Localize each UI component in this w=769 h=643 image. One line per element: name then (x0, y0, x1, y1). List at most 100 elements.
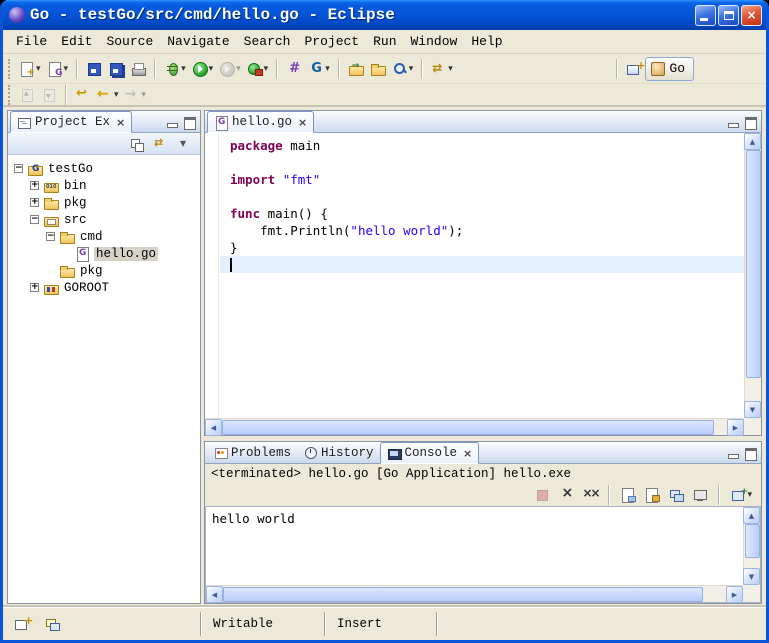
scrollbar-thumb[interactable] (745, 524, 760, 558)
tree-item-testgo[interactable]: −testGo (8, 160, 200, 177)
code-line[interactable] (230, 154, 744, 171)
maximize-view-icon[interactable] (742, 445, 758, 461)
console-horizontal-scrollbar[interactable]: ◀ ▶ (206, 585, 743, 602)
menu-search[interactable]: Search (237, 32, 298, 51)
code-line[interactable]: package main (230, 137, 744, 154)
display-selected-console-button[interactable] (689, 484, 711, 506)
go-element-button[interactable]: ▾ (305, 58, 333, 80)
back-button[interactable]: ▾ (94, 84, 122, 106)
maximize-view-icon[interactable] (742, 114, 758, 130)
code-line[interactable] (220, 256, 744, 273)
code-line[interactable] (230, 188, 744, 205)
editor-vertical-scrollbar[interactable]: ▲ ▼ (744, 133, 761, 418)
save-button[interactable] (83, 58, 105, 80)
scroll-lock-button[interactable] (641, 484, 663, 506)
close-view-icon[interactable]: × (116, 116, 125, 129)
scroll-down-icon[interactable]: ▼ (744, 401, 761, 418)
tab-problems[interactable]: Problems (207, 442, 297, 463)
tree-item-pkg[interactable]: pkg (8, 262, 200, 279)
tree-item-pkg[interactable]: +pkg (8, 194, 200, 211)
minimize-view-icon[interactable] (164, 114, 180, 130)
open-folder-button[interactable] (367, 58, 389, 80)
expander-minus-icon[interactable]: − (46, 232, 55, 241)
menu-help[interactable]: Help (464, 32, 509, 51)
tab-console[interactable]: Console× (380, 442, 480, 464)
scroll-down-icon[interactable]: ▼ (743, 568, 760, 585)
print-button[interactable] (127, 58, 149, 80)
new-go-app-button[interactable] (283, 58, 305, 80)
view-menu-button[interactable] (174, 133, 196, 155)
close-view-icon[interactable]: × (463, 447, 472, 460)
scroll-up-icon[interactable]: ▲ (744, 133, 761, 150)
tab-history[interactable]: History (297, 442, 380, 463)
clear-console-button[interactable] (617, 484, 639, 506)
annotation-ruler[interactable] (205, 133, 219, 418)
minimize-view-icon[interactable] (725, 114, 741, 130)
menu-edit[interactable]: Edit (54, 32, 99, 51)
tab-editor-hello-go[interactable]: hello.go × (207, 111, 314, 133)
restore-view-button[interactable] (41, 613, 63, 635)
new-wizard-button[interactable]: ▾ (16, 58, 44, 80)
tab-project-explorer[interactable]: Project Ex × (10, 111, 132, 133)
code-line[interactable]: } (230, 239, 744, 256)
scroll-left-icon[interactable]: ◀ (205, 419, 222, 436)
run-button[interactable]: ▾ (189, 58, 217, 80)
menu-file[interactable]: File (9, 32, 54, 51)
menu-source[interactable]: Source (99, 32, 160, 51)
open-perspective-button[interactable] (623, 58, 645, 80)
run-last-button[interactable]: ▾ (216, 58, 244, 80)
debug-button[interactable]: ▾ (161, 58, 189, 80)
go-perspective-button[interactable]: Go (645, 57, 694, 81)
toolbar-drag-handle[interactable] (8, 59, 11, 79)
save-all-button[interactable] (105, 58, 127, 80)
remove-all-launches-button[interactable] (579, 484, 601, 506)
close-button[interactable]: × (741, 5, 762, 26)
code-line[interactable]: import "fmt" (230, 171, 744, 188)
scroll-left-icon[interactable]: ◀ (206, 586, 223, 603)
expander-plus-icon[interactable]: + (30, 181, 39, 190)
scrollbar-thumb[interactable] (223, 587, 703, 602)
menu-window[interactable]: Window (404, 32, 465, 51)
scrollbar-thumb[interactable] (746, 150, 761, 378)
tree-item-src[interactable]: −src (8, 211, 200, 228)
maximize-view-icon[interactable] (181, 114, 197, 130)
editor-horizontal-scrollbar[interactable]: ◀ ▶ (205, 418, 744, 435)
scroll-right-icon[interactable]: ▶ (727, 419, 744, 436)
prev-annotation-button[interactable] (16, 84, 38, 106)
new-go-file-button[interactable]: ▾ (44, 58, 72, 80)
expander-minus-icon[interactable]: − (14, 164, 23, 173)
console-vertical-scrollbar[interactable]: ▲ ▼ (743, 507, 760, 585)
tree-item-bin[interactable]: +bin (8, 177, 200, 194)
minimize-view-icon[interactable] (725, 445, 741, 461)
team-sync-button[interactable]: ▾ (428, 58, 456, 80)
menu-run[interactable]: Run (366, 32, 403, 51)
close-editor-icon[interactable]: × (298, 116, 307, 129)
terminate-button[interactable] (531, 484, 553, 506)
titlebar[interactable]: Go - testGo/src/cmd/hello.go - Eclipse × (3, 0, 766, 30)
maximize-button[interactable] (718, 5, 739, 26)
import-button[interactable] (345, 58, 367, 80)
open-console-button[interactable]: ▾ (727, 484, 755, 506)
scroll-up-icon[interactable]: ▲ (743, 507, 760, 524)
tree-item-cmd[interactable]: −cmd (8, 228, 200, 245)
pin-console-button[interactable] (665, 484, 687, 506)
expander-plus-icon[interactable]: + (30, 283, 39, 292)
code-area[interactable]: package mainimport "fmt"func main() { fm… (220, 133, 744, 418)
expander-minus-icon[interactable]: − (30, 215, 39, 224)
forward-button[interactable]: ▾ (122, 84, 150, 106)
tree-item-goroot[interactable]: +GOROOT (8, 279, 200, 296)
console-output[interactable]: hello world (206, 507, 743, 585)
minimize-button[interactable] (695, 5, 716, 26)
menu-navigate[interactable]: Navigate (160, 32, 236, 51)
collapse-all-button[interactable] (126, 133, 148, 155)
scroll-right-icon[interactable]: ▶ (726, 586, 743, 603)
next-annotation-button[interactable] (38, 84, 60, 106)
remove-launch-button[interactable] (555, 484, 577, 506)
last-edit-button[interactable] (72, 84, 94, 106)
expander-plus-icon[interactable]: + (30, 198, 39, 207)
menu-project[interactable]: Project (297, 32, 366, 51)
code-line[interactable]: fmt.Println("hello world"); (230, 222, 744, 239)
toolbar-drag-handle[interactable] (8, 85, 11, 105)
scrollbar-thumb[interactable] (222, 420, 714, 435)
tree-item-hello-go[interactable]: hello.go (8, 245, 200, 262)
